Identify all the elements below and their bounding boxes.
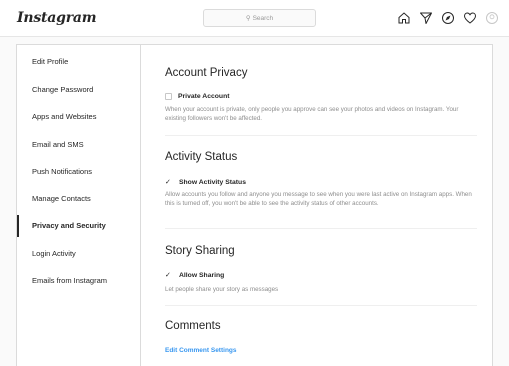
sidebar-item-change-password[interactable]: Change Password — [17, 85, 140, 95]
privacy-settings-content: Account Privacy Private Account When you… — [141, 45, 493, 366]
activity-status-title: Activity Status — [165, 151, 238, 163]
heart-icon[interactable] — [463, 11, 477, 25]
explore-icon[interactable] — [441, 11, 455, 25]
sidebar-item-edit-profile[interactable]: Edit Profile — [17, 57, 140, 67]
allow-sharing-option[interactable]: ✓ Allow Sharing — [165, 271, 225, 280]
search-input[interactable]: ⚲ Search — [203, 9, 316, 27]
section-divider — [165, 135, 477, 136]
sidebar-item-email-and-sms[interactable]: Email and SMS — [17, 140, 140, 150]
settings-panel: Edit Profile Change Password Apps and We… — [16, 44, 493, 366]
show-activity-status-label: Show Activity Status — [179, 178, 246, 186]
sidebar-item-push-notifications[interactable]: Push Notifications — [17, 167, 140, 177]
sidebar-item-emails-from-instagram[interactable]: Emails from Instagram — [17, 276, 140, 286]
sidebar-item-privacy-and-security[interactable]: Privacy and Security — [17, 215, 140, 237]
story-sharing-description: Let people share your story as messages — [165, 286, 279, 293]
search-icon: ⚲ — [245, 15, 251, 22]
account-privacy-title: Account Privacy — [165, 67, 248, 79]
private-account-checkbox[interactable] — [165, 93, 172, 100]
section-divider — [165, 228, 477, 229]
comments-title: Comments — [165, 320, 221, 332]
private-account-label: Private Account — [178, 93, 230, 100]
show-activity-status-option[interactable]: ✓ Show Activity Status — [165, 178, 246, 187]
home-icon[interactable] — [397, 11, 411, 25]
sidebar-item-manage-contacts[interactable]: Manage Contacts — [17, 194, 140, 204]
nav-icons — [397, 11, 499, 25]
direct-icon[interactable] — [419, 11, 433, 25]
allow-sharing-label: Allow Sharing — [179, 271, 225, 279]
edit-comment-settings-link[interactable]: Edit Comment Settings — [165, 347, 237, 354]
top-navigation-bar: Instagram ⚲ Search — [0, 0, 509, 37]
account-privacy-description: When your account is private, only peopl… — [165, 106, 459, 122]
settings-sidebar: Edit Profile Change Password Apps and We… — [17, 45, 141, 366]
checkmark-icon[interactable]: ✓ — [165, 271, 173, 279]
story-sharing-title: Story Sharing — [165, 245, 235, 257]
sidebar-item-login-activity[interactable]: Login Activity — [17, 249, 140, 259]
checkmark-icon[interactable]: ✓ — [165, 178, 173, 186]
profile-icon[interactable] — [485, 11, 499, 25]
sidebar-item-apps-and-websites[interactable]: Apps and Websites — [17, 112, 140, 122]
instagram-logo[interactable]: Instagram — [17, 10, 97, 26]
private-account-option[interactable]: Private Account — [165, 93, 230, 100]
activity-status-description: Allow accounts you follow and anyone you… — [165, 191, 472, 207]
search-placeholder: Search — [252, 14, 274, 22]
section-divider — [165, 305, 477, 306]
